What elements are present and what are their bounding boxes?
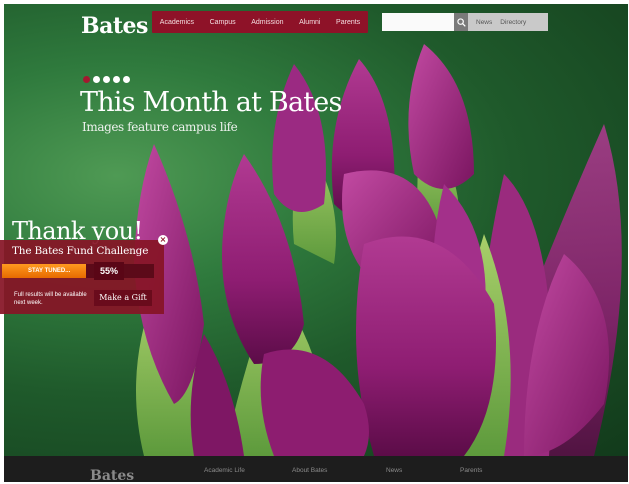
slide-dot-3[interactable] xyxy=(103,76,110,83)
search-button[interactable] xyxy=(454,13,468,31)
nav-item-alumni[interactable]: Alumni xyxy=(299,19,320,26)
footer-link-parents[interactable]: Parents xyxy=(460,467,482,474)
nav-item-campus[interactable]: Campus xyxy=(210,19,236,26)
footer-link-about-bates[interactable]: About Bates xyxy=(292,467,327,474)
nav-item-academics[interactable]: Academics xyxy=(160,19,194,26)
slide-dot-4[interactable] xyxy=(113,76,120,83)
slide-indicators xyxy=(83,76,130,83)
fund-challenge-title: The Bates Fund Challenge xyxy=(12,245,149,257)
results-note: Full results will be available next week… xyxy=(14,292,87,306)
search-input[interactable] xyxy=(382,13,454,31)
hero-title[interactable]: This Month at Bates xyxy=(80,87,342,118)
make-a-gift-button[interactable]: Make a Gift xyxy=(94,290,152,306)
footer-link-news[interactable]: News xyxy=(386,467,402,474)
directory-link[interactable]: Directory xyxy=(500,19,526,26)
slide-dot-2[interactable] xyxy=(93,76,100,83)
progress-percent: 55% xyxy=(94,262,124,280)
main-nav: Academics Campus Admission Alumni Parent… xyxy=(152,11,368,33)
progress-label: STAY TUNED... xyxy=(28,268,71,274)
nav-item-admission[interactable]: Admission xyxy=(251,19,283,26)
utility-links: News Directory xyxy=(468,13,548,31)
search-icon xyxy=(456,17,466,27)
hero-subtitle: Images feature campus life xyxy=(82,120,238,134)
fund-challenge-panel: × The Bates Fund Challenge STAY TUNED...… xyxy=(0,235,168,314)
close-icon[interactable]: × xyxy=(158,235,168,245)
slide-dot-5[interactable] xyxy=(123,76,130,83)
site-logo[interactable]: Bates xyxy=(81,13,148,39)
progress-bar xyxy=(2,264,154,278)
footer-link-academic-life[interactable]: Academic Life xyxy=(204,467,245,474)
footer: Bates Academic Life About Bates News Par… xyxy=(4,456,628,484)
news-link[interactable]: News xyxy=(476,19,492,26)
nav-item-parents[interactable]: Parents xyxy=(336,19,360,26)
slide-dot-1[interactable] xyxy=(83,76,90,83)
